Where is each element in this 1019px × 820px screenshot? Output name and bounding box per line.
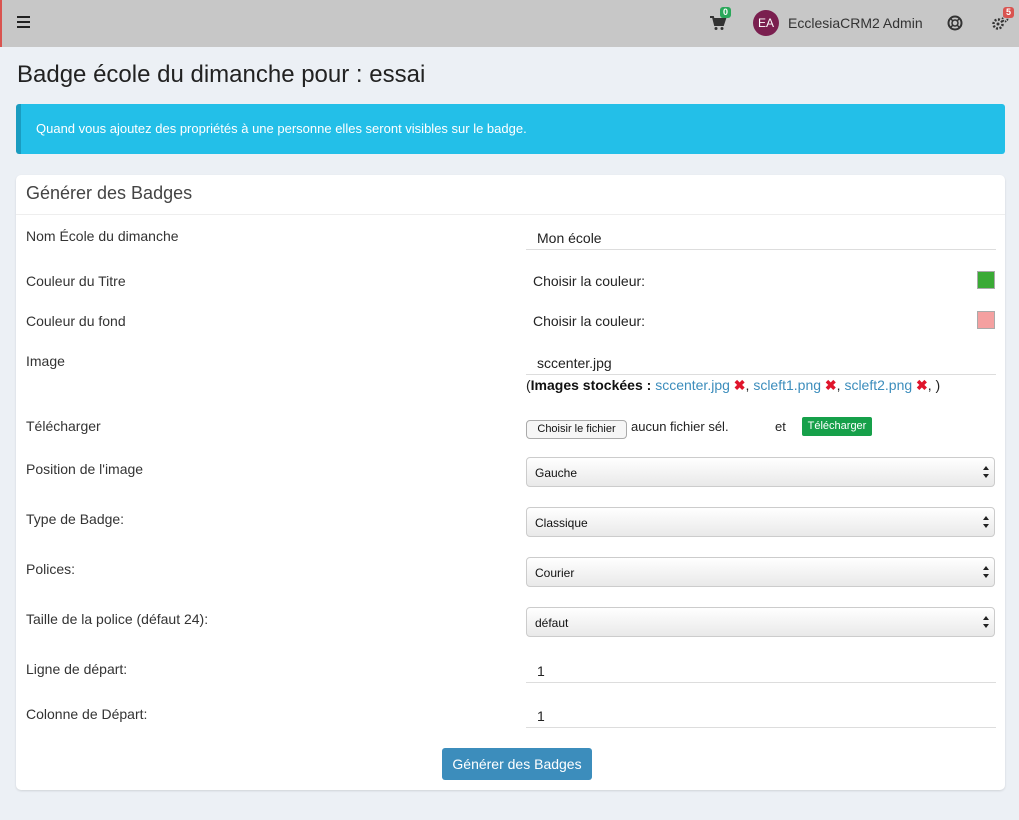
bg-color-swatch[interactable] xyxy=(977,311,995,329)
page-title: Badge école du dimanche pour : essai xyxy=(17,61,426,88)
school-name-input[interactable]: Mon école xyxy=(526,218,996,250)
and-text: et xyxy=(775,419,786,434)
cart-count-badge: 0 xyxy=(720,7,732,18)
username-link[interactable]: EcclesiaCRM2 Admin xyxy=(788,15,923,31)
image-input[interactable]: sccenter.jpg xyxy=(526,343,996,375)
font-size-value: défaut xyxy=(535,616,569,630)
choose-file-button[interactable]: Choisir le fichier xyxy=(526,420,627,439)
fonts-label: Polices: xyxy=(26,561,76,577)
bg-color-picker-label: Choisir la couleur: xyxy=(533,313,646,329)
fonts-value: Courier xyxy=(535,566,575,580)
fonts-select[interactable]: Courier xyxy=(526,557,995,587)
bg-color-label: Couleur du fond xyxy=(26,313,126,329)
stored-file-link[interactable]: scleft2.png xyxy=(844,377,912,393)
image-label: Image xyxy=(26,353,65,369)
start-col-label: Colonne de Départ: xyxy=(26,706,148,722)
badge-type-value: Classique xyxy=(535,516,588,530)
stored-sep: , xyxy=(836,377,841,393)
start-col-input[interactable]: 1 xyxy=(526,696,996,728)
school-name-label: Nom École du dimanche xyxy=(26,228,179,244)
upload-label: Télécharger xyxy=(26,418,101,434)
help-icon[interactable] xyxy=(947,15,963,31)
font-size-label: Taille de la police (défaut 24): xyxy=(26,611,209,627)
stored-images: (Images stockées : sccenter.jpg ✖, sclef… xyxy=(526,377,940,394)
badge-type-select[interactable]: Classique xyxy=(526,507,995,537)
stored-suffix: , ) xyxy=(927,377,941,393)
title-color-label: Couleur du Titre xyxy=(26,273,126,289)
settings-count-badge: 5 xyxy=(1003,7,1015,18)
avatar[interactable]: EA xyxy=(753,10,779,36)
card-title: Générer des Badges xyxy=(26,183,193,203)
delete-icon[interactable]: ✖ xyxy=(916,377,928,393)
hamburger-icon[interactable] xyxy=(17,16,30,28)
delete-icon[interactable]: ✖ xyxy=(825,377,837,393)
start-row-label: Ligne de départ: xyxy=(26,661,128,677)
generate-badges-button[interactable]: Générer des Badges xyxy=(442,748,592,780)
image-position-value: Gauche xyxy=(535,466,578,480)
select-arrows-icon xyxy=(983,516,989,528)
title-color-swatch[interactable] xyxy=(977,271,995,289)
info-callout: Quand vous ajoutez des propriétés à une … xyxy=(16,104,1005,154)
stored-sep: , xyxy=(745,377,750,393)
no-file-text: aucun fichier sél. xyxy=(631,419,729,434)
start-row-input[interactable]: 1 xyxy=(526,651,996,683)
title-color-picker-label: Choisir la couleur: xyxy=(533,273,646,289)
select-arrows-icon xyxy=(983,616,989,628)
stored-file-link[interactable]: sccenter.jpg xyxy=(655,377,730,393)
stored-file-link[interactable]: scleft1.png xyxy=(753,377,821,393)
font-size-select[interactable]: défaut xyxy=(526,607,995,637)
select-arrows-icon xyxy=(983,566,989,578)
upload-button[interactable]: Télécharger xyxy=(802,417,872,436)
callout-text: Quand vous ajoutez des propriétés à une … xyxy=(36,121,527,136)
badge-form-card: Générer des Badges Nom École du dimanche… xyxy=(16,175,1005,790)
stored-heading: Images stockées : xyxy=(530,377,652,393)
badge-type-label: Type de Badge: xyxy=(26,511,125,527)
delete-icon[interactable]: ✖ xyxy=(734,377,746,393)
top-navbar: 0 EA EcclesiaCRM2 Admin 5 xyxy=(0,0,1019,47)
card-header: Générer des Badges xyxy=(16,175,1005,215)
select-arrows-icon xyxy=(983,466,989,478)
image-position-label: Position de l'image xyxy=(26,461,144,477)
image-position-select[interactable]: Gauche xyxy=(526,457,995,487)
